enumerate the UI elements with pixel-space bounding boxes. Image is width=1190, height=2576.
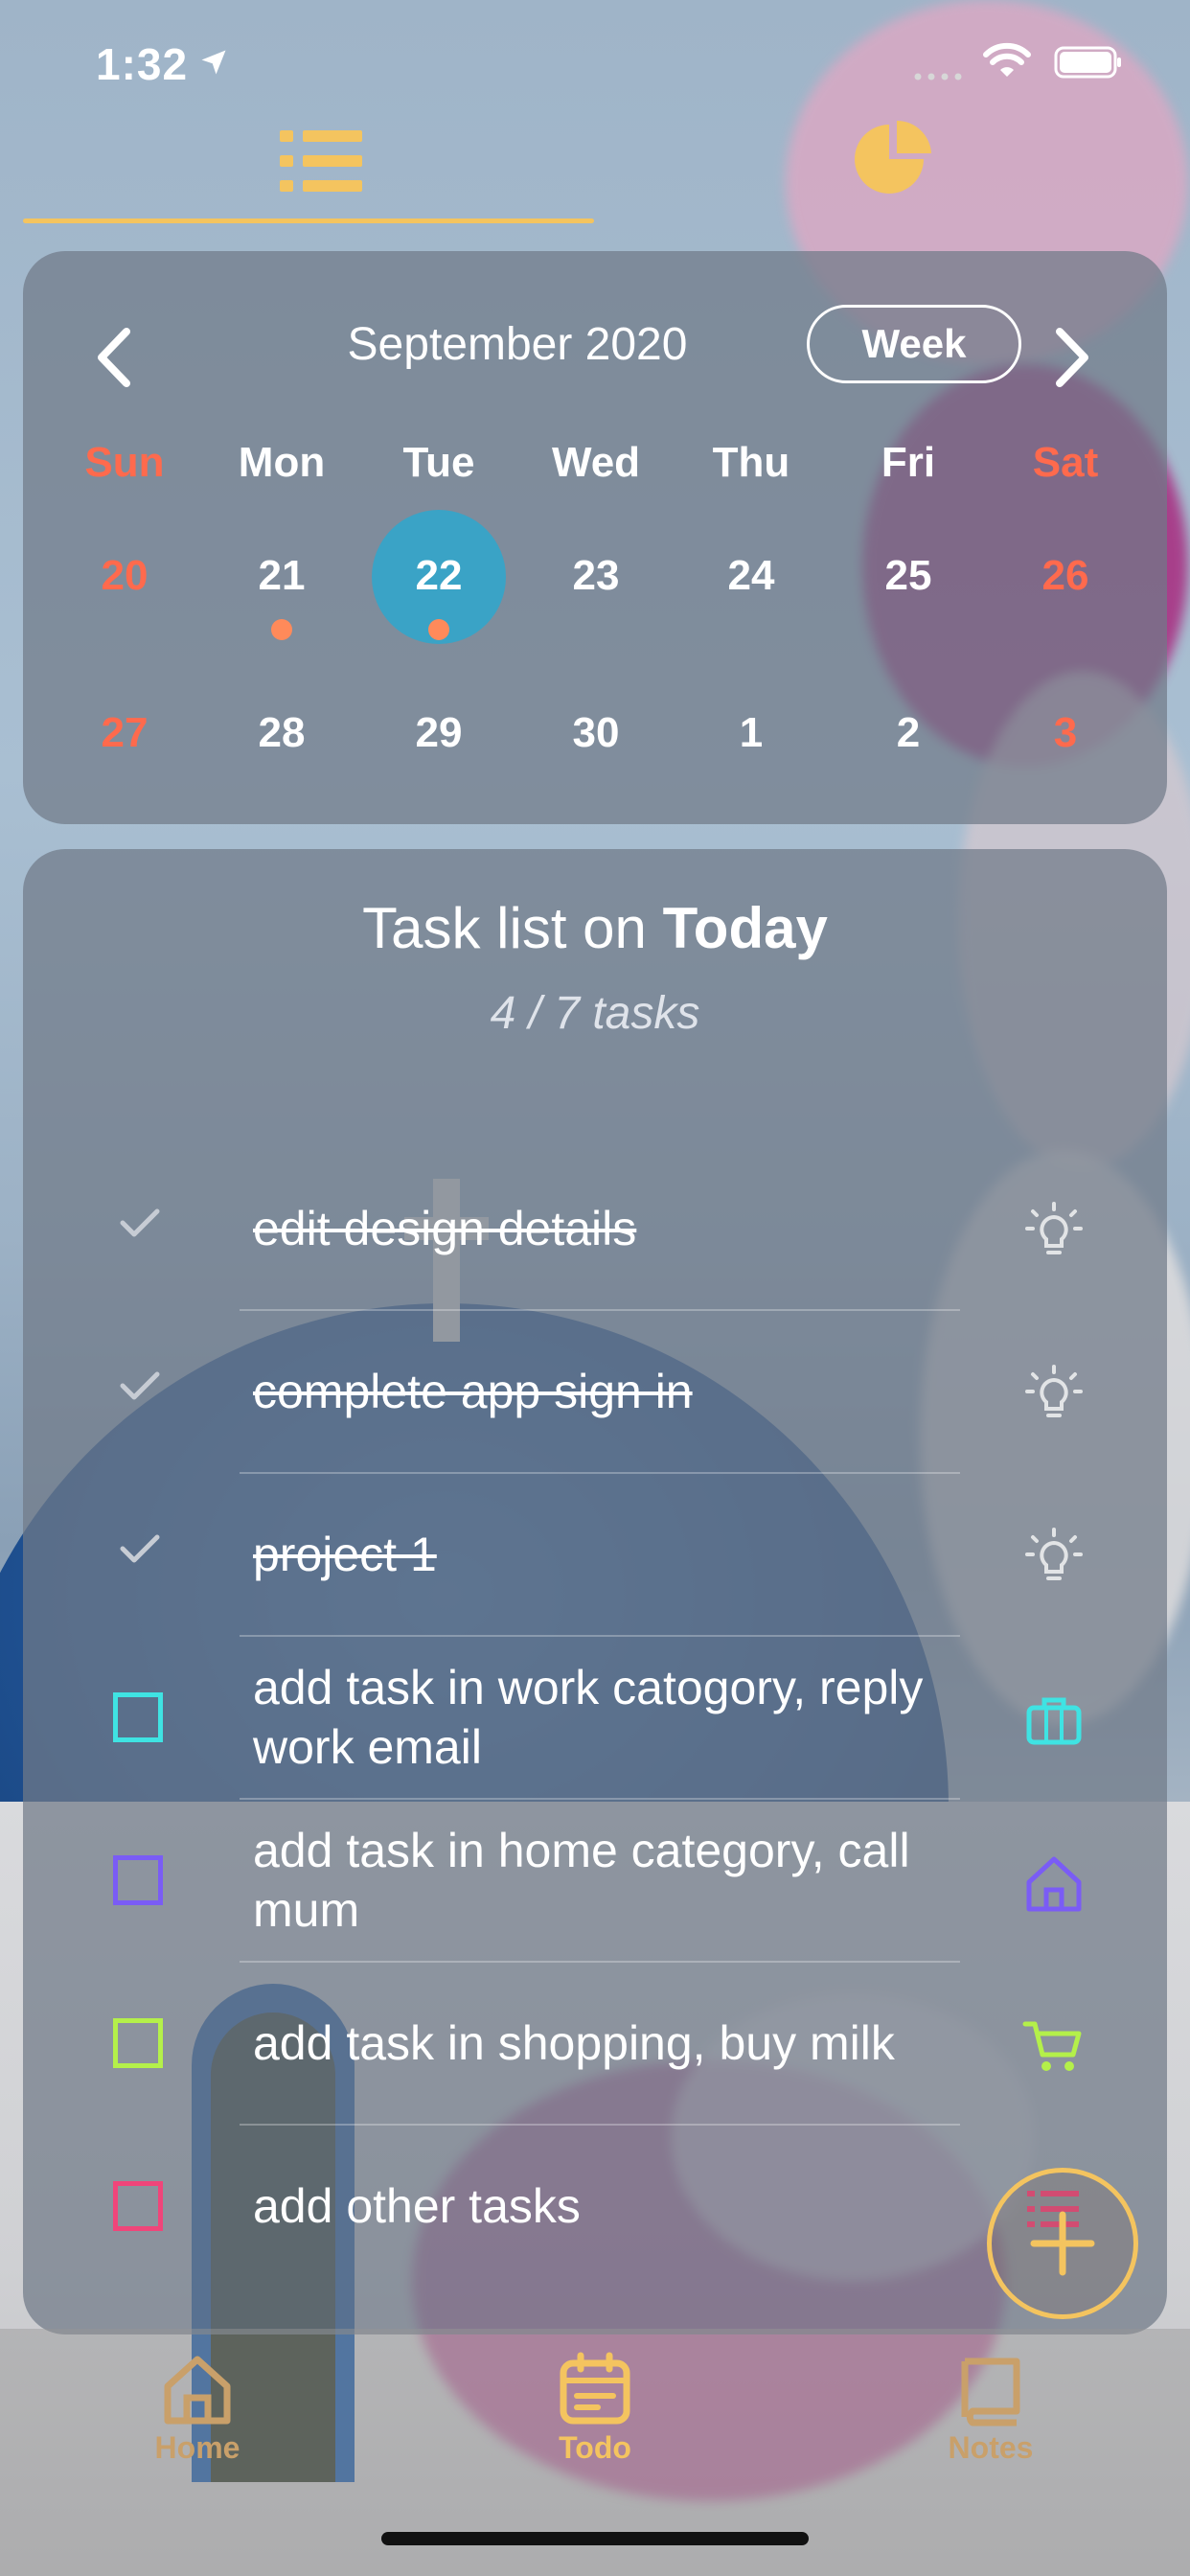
- task-checkbox[interactable]: [113, 2018, 163, 2068]
- lightbulb-icon: [1025, 1528, 1083, 1580]
- weekday-sun: Sun: [84, 439, 165, 486]
- day-cell[interactable]: 24: [694, 552, 809, 600]
- checkmark-icon[interactable]: [117, 1204, 163, 1242]
- task-text: add task in home category, call mum: [253, 1824, 910, 1937]
- nav-label: Home: [154, 2430, 240, 2465]
- day-cell[interactable]: 28: [224, 709, 339, 757]
- task-text: complete app sign in: [253, 1365, 693, 1418]
- day-cell[interactable]: 21: [224, 552, 339, 600]
- weekday-wed: Wed: [551, 439, 641, 486]
- task-indicator-dot: [428, 619, 449, 640]
- day-cell[interactable]: 30: [538, 709, 653, 757]
- day-cell[interactable]: 23: [538, 552, 653, 600]
- task-checkbox[interactable]: [113, 1855, 163, 1905]
- task-row[interactable]: add task in work catogory, reply work em…: [23, 1637, 1167, 1800]
- task-row[interactable]: add task in home category, call mum: [23, 1800, 1167, 1963]
- lightbulb-icon: [1025, 1365, 1083, 1417]
- status-bar: 1:32: [0, 0, 1190, 125]
- weekday-sat: Sat: [1032, 439, 1099, 486]
- weekday-thu: Thu: [712, 439, 790, 486]
- task-list-title: Task list on Today: [23, 895, 1167, 961]
- checkmark-icon[interactable]: [117, 1367, 163, 1405]
- home-icon: [164, 2356, 231, 2425]
- task-row[interactable]: add task in shopping, buy milk: [23, 1963, 1167, 2126]
- nav-todo[interactable]: Todo: [499, 2352, 691, 2466]
- task-title-day: Today: [662, 896, 828, 960]
- nav-label: Notes: [948, 2430, 1034, 2465]
- nav-home[interactable]: Home: [102, 2352, 293, 2466]
- task-row[interactable]: edit design details: [23, 1148, 1167, 1311]
- day-cell[interactable]: 26: [1008, 552, 1123, 600]
- chevron-left-icon[interactable]: [90, 324, 138, 391]
- week-view-button[interactable]: Week: [807, 305, 1021, 383]
- task-count: 4 / 7 tasks: [490, 988, 700, 1039]
- task-row[interactable]: project 1: [23, 1474, 1167, 1637]
- day-cell[interactable]: 27: [67, 709, 182, 757]
- task-indicator-dot: [271, 619, 292, 640]
- task-text: edit design details: [253, 1202, 637, 1255]
- checkmark-icon[interactable]: [117, 1530, 163, 1568]
- weekday-fri: Fri: [881, 439, 936, 486]
- calendar-card: September 2020 Week Sun Mon Tue Wed Thu …: [23, 251, 1167, 824]
- status-time: 1:32: [96, 39, 189, 89]
- day-cell[interactable]: 25: [851, 552, 966, 600]
- weekday-tue: Tue: [402, 439, 475, 486]
- add-task-button[interactable]: [987, 2168, 1138, 2319]
- battery-icon: [1054, 46, 1121, 79]
- task-text: project 1: [253, 1528, 437, 1581]
- day-cell[interactable]: 2: [851, 709, 966, 757]
- day-cell-selected[interactable]: 22: [381, 552, 496, 600]
- task-checkbox[interactable]: [113, 1692, 163, 1742]
- task-list-card: Task list on Today 4 / 7 tasks edit desi…: [23, 849, 1167, 2334]
- lightbulb-icon: [1025, 1202, 1083, 1254]
- plus-icon: [1030, 2211, 1095, 2276]
- task-checkbox[interactable]: [113, 2181, 163, 2231]
- month-label: September 2020: [347, 319, 688, 370]
- day-cell[interactable]: 3: [1008, 709, 1123, 757]
- day-cell[interactable]: 1: [694, 709, 809, 757]
- location-arrow-icon: [201, 50, 226, 75]
- list-view-icon[interactable]: [270, 121, 372, 201]
- calendar-icon: [560, 2352, 630, 2425]
- task-text: add task in work catogory, reply work em…: [253, 1661, 924, 1774]
- pie-chart-icon[interactable]: [847, 119, 945, 196]
- task-text: add task in shopping, buy milk: [253, 2016, 895, 2070]
- task-row[interactable]: complete app sign in: [23, 1311, 1167, 1474]
- signal-icon: [914, 73, 962, 80]
- wifi-icon: [983, 42, 1031, 77]
- active-tab-indicator: [23, 218, 594, 223]
- nav-label: Todo: [559, 2430, 631, 2465]
- briefcase-icon: [1026, 1697, 1082, 1745]
- view-toggle: [23, 115, 1167, 230]
- weekday-mon: Mon: [238, 439, 326, 486]
- book-icon: [961, 2358, 1020, 2426]
- home-icon: [1026, 1856, 1082, 1912]
- nav-notes[interactable]: Notes: [895, 2352, 1087, 2466]
- day-cell[interactable]: 29: [381, 709, 496, 757]
- day-cell[interactable]: 20: [67, 552, 182, 600]
- task-text: add other tasks: [253, 2179, 581, 2233]
- chevron-right-icon[interactable]: [1048, 324, 1096, 391]
- home-indicator: [381, 2532, 809, 2545]
- task-title-prefix: Task list on: [362, 896, 663, 960]
- cart-icon: [1022, 2021, 1082, 2071]
